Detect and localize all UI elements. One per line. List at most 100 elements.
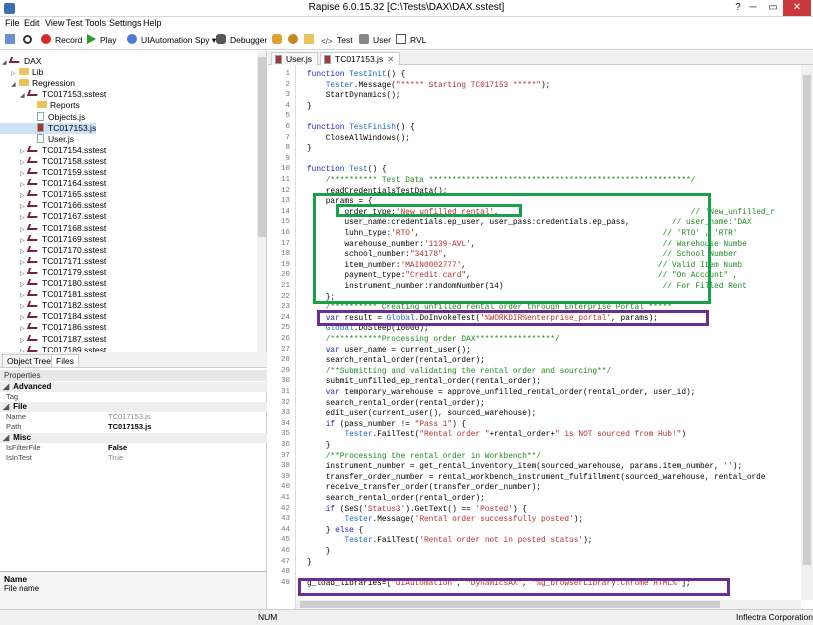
tree-item[interactable]: ▷ TC017182.sstest	[0, 300, 106, 311]
code-line[interactable]: edit_user(current_user(), sourced_wareho…	[307, 409, 537, 420]
menu-view[interactable]: View	[45, 17, 64, 30]
menu-help[interactable]: Help	[143, 17, 162, 30]
tree-item[interactable]: ▷ TC017170.sstest	[0, 245, 106, 256]
tree-item[interactable]: ▷ TC017187.sstest	[0, 334, 106, 345]
debugger-button[interactable]: Debugger	[216, 33, 267, 47]
tree-item[interactable]: ▷ TC017168.sstest	[0, 223, 106, 234]
tab-user-js[interactable]: User.js	[271, 52, 318, 65]
tree-item[interactable]: ▷ TC017159.sstest	[0, 167, 106, 178]
code-line[interactable]: /**Submitting and validating the rental …	[307, 367, 611, 378]
tab-files[interactable]: Files	[51, 354, 79, 368]
property-category[interactable]: ◢ Misc	[0, 432, 267, 443]
close-icon[interactable]: ✕	[387, 54, 394, 64]
code-editor[interactable]: function TestInit() { Tester.Message("**…	[296, 65, 801, 600]
code-line[interactable]: StartDynamics();	[307, 91, 401, 102]
tree-item[interactable]: ▷ Lib	[0, 67, 43, 78]
property-category[interactable]: ◢ File	[0, 402, 267, 413]
tree-item[interactable]: ▷ TC017179.sstest	[0, 267, 106, 278]
tree-item[interactable]: ▷ TC017167.sstest	[0, 211, 106, 222]
tab-object-tree[interactable]: Object Tree	[2, 354, 56, 368]
user-button[interactable]: User	[359, 33, 391, 47]
property-row[interactable]: Name TC017153.js	[0, 412, 267, 422]
code-line[interactable]: Tester.FailTest("Rental order "+rental_o…	[307, 430, 686, 441]
code-line[interactable]: }	[307, 441, 331, 452]
close-button[interactable]: ✕	[783, 0, 811, 16]
search-icon[interactable]	[23, 33, 36, 47]
tree-item[interactable]: ▷ TC017184.sstest	[0, 311, 106, 322]
editor-horizontal-scrollbar-thumb[interactable]	[300, 601, 720, 608]
code-line[interactable]: /********** Test Data ******************…	[307, 176, 696, 187]
code-line[interactable]: }	[307, 558, 312, 569]
property-row[interactable]: Path TC017153.js	[0, 422, 267, 432]
property-row[interactable]: IsInTest True	[0, 453, 267, 463]
code-line[interactable]: search_rental_order(rental_order);	[307, 494, 485, 505]
menu-tools[interactable]: Tools	[85, 17, 106, 30]
record-button[interactable]: Record	[41, 33, 82, 47]
property-category[interactable]: ◢ Advanced	[0, 382, 267, 392]
code-line[interactable]: if (pass_number != "Pass 1") {	[307, 420, 466, 431]
code-line[interactable]: var user_name = current_user();	[307, 346, 471, 357]
code-line[interactable]: }	[307, 547, 331, 558]
menu-settings[interactable]: Settings	[109, 17, 142, 30]
tree-item[interactable]: ▷ TC017158.sstest	[0, 156, 106, 167]
tree-item[interactable]: ◢ DAX	[0, 56, 41, 67]
test-button[interactable]: </> Test	[321, 33, 353, 47]
tree-item[interactable]: ◢ Regression	[0, 78, 75, 89]
code-line[interactable]: submit_unfilled_ep_rental_order(rental_o…	[307, 377, 541, 388]
tree-item[interactable]: ▷ TC017181.sstest	[0, 289, 106, 300]
tree-item[interactable]: ▷ TC017154.sstest	[0, 145, 106, 156]
tree-item[interactable]: ▷ TC017186.sstest	[0, 322, 106, 333]
tree-item[interactable]: ▷ TC017171.sstest	[0, 256, 106, 267]
tree-item[interactable]: ▷ TC017189.sstest	[0, 345, 106, 352]
property-value[interactable]: False	[108, 443, 127, 453]
code-line[interactable]: } else {	[307, 526, 363, 537]
uiautomation-spy-button[interactable]: UIAutomation Spy ▾	[127, 33, 216, 47]
code-line[interactable]: function TestFinish() {	[307, 123, 415, 134]
menu-file[interactable]: File	[5, 17, 20, 30]
tree-item[interactable]: ▷ TC017169.sstest	[0, 234, 106, 245]
tree-item[interactable]: ▷ TC017165.sstest	[0, 189, 106, 200]
tree-item[interactable]: TC017153.js	[0, 122, 97, 134]
tree-item[interactable]: ▷ TC017164.sstest	[0, 178, 106, 189]
code-line[interactable]: transfer_order_number = rental_workbench…	[307, 473, 766, 484]
restore-button[interactable]: ▭	[763, 0, 783, 16]
rvl-button[interactable]: RVL	[396, 33, 426, 47]
tree-item[interactable]: ▷ TC017166.sstest	[0, 200, 106, 211]
code-line[interactable]: search_rental_order(rental_order);	[307, 356, 485, 367]
tree-item[interactable]: Objects.js	[0, 111, 85, 123]
property-value[interactable]: TC017153.js	[108, 422, 151, 432]
code-line[interactable]: receive_transfer_order(transfer_order_nu…	[307, 483, 541, 494]
code-line[interactable]: Tester.Message('Rental order successfull…	[307, 515, 583, 526]
play-button[interactable]: Play	[87, 33, 117, 47]
files-icon[interactable]	[5, 33, 19, 47]
folder-icon[interactable]	[304, 33, 318, 47]
tree-scrollbar-thumb[interactable]	[258, 57, 266, 237]
property-row[interactable]: IsFilterFile False	[0, 443, 267, 453]
property-value[interactable]: True	[108, 453, 123, 463]
code-line[interactable]: instrument_number = get_rental_inventory…	[307, 462, 742, 473]
code-line[interactable]: Tester.Message("***** Starting TC017153 …	[307, 81, 551, 92]
menu-test[interactable]: Test	[66, 17, 83, 30]
tree-item[interactable]: ◢ TC017153.sstest	[0, 89, 106, 100]
code-line[interactable]: CloseAllWindows();	[307, 134, 410, 145]
code-line[interactable]: }	[307, 144, 312, 155]
code-line[interactable]: function TestInit() {	[307, 70, 405, 81]
editor-vertical-scrollbar-thumb[interactable]	[803, 75, 811, 565]
code-line[interactable]: if (SeS('Status3').GetText() == 'Posted'…	[307, 505, 527, 516]
code-line[interactable]: /***********Processing order DAX********…	[307, 335, 560, 346]
property-row[interactable]: Tag	[0, 392, 267, 402]
tree-item[interactable]: User.js	[0, 133, 74, 145]
code-line[interactable]: var temporary_warehouse = approve_unfill…	[307, 388, 696, 399]
code-line[interactable]: /**Processing the rental order in Workbe…	[307, 452, 541, 463]
code-line[interactable]: }	[307, 102, 312, 113]
code-line[interactable]: function Test() {	[307, 165, 387, 176]
tree-item[interactable]: Reports	[0, 100, 80, 111]
minimize-button[interactable]: ─	[743, 0, 763, 16]
gear-icon[interactable]	[288, 33, 302, 47]
menu-edit[interactable]: Edit	[24, 17, 40, 30]
settings-icon[interactable]	[272, 33, 286, 47]
code-line[interactable]: search_rental_order(rental_order);	[307, 399, 485, 410]
code-line[interactable]: Tester.FailTest('Rental order not in pos…	[307, 536, 592, 547]
tab-tc017153-js[interactable]: TC017153.js ✕	[320, 52, 401, 65]
tree-item[interactable]: ▷ TC017180.sstest	[0, 278, 106, 289]
